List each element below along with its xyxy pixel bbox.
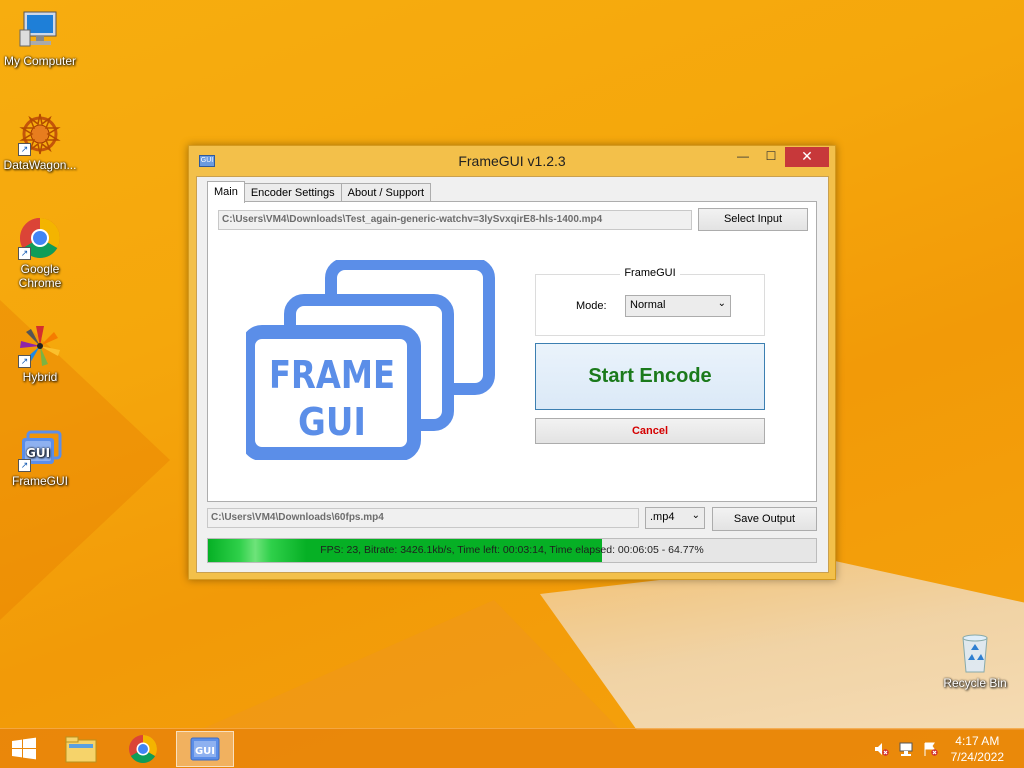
taskbar-file-explorer[interactable]	[52, 731, 110, 767]
desktop-icon-framegui[interactable]: GUI ↗ FrameGUI	[0, 428, 80, 488]
minimize-button[interactable]: —	[729, 147, 757, 167]
title-bar[interactable]: GUI FrameGUI v1.2.3 — ☐ ✕	[189, 146, 835, 176]
shortcut-arrow-icon: ↗	[18, 247, 31, 260]
desktop-icon-label: Hybrid	[22, 370, 58, 384]
desktop-icon-label: FrameGUI	[11, 474, 68, 488]
tab-main[interactable]: Main	[207, 181, 245, 203]
taskbar-chrome[interactable]	[114, 731, 172, 767]
chrome-icon	[129, 735, 157, 763]
start-encode-button[interactable]: Start Encode	[535, 343, 765, 410]
logo-text-frame: FRAME	[269, 353, 395, 397]
format-select-value: .mp4	[650, 511, 675, 523]
hybrid-icon: ↗	[18, 324, 62, 368]
mode-label: Mode:	[576, 300, 607, 312]
svg-text:GUI: GUI	[195, 746, 215, 757]
folder-icon	[65, 736, 97, 763]
window-client-area: Main Encoder Settings About / Support C:…	[196, 176, 829, 573]
chevron-down-icon: ⌄	[717, 298, 726, 309]
tab-about-support[interactable]: About / Support	[340, 183, 432, 202]
format-select[interactable]: .mp4 ⌄	[645, 507, 705, 529]
select-input-button[interactable]: Select Input	[698, 208, 808, 231]
chevron-down-icon: ⌄	[691, 510, 700, 521]
taskbar-framegui[interactable]: GUI	[176, 731, 234, 767]
framegui-icon: GUI ↗	[18, 428, 62, 472]
progress-status-text: FPS: 23, Bitrate: 3426.1kb/s, Time left:…	[320, 544, 704, 556]
desktop-icon-label: Google Chrome	[18, 262, 62, 290]
close-button[interactable]: ✕	[785, 147, 829, 167]
start-button[interactable]	[0, 731, 58, 767]
tab-strip: Main Encoder Settings About / Support	[207, 181, 432, 203]
taskbar: GUI 4:17 AM 7/24/2022	[0, 728, 1024, 768]
framegui-groupbox: FrameGUI Mode: Normal ⌄	[535, 267, 765, 336]
save-output-button[interactable]: Save Output	[712, 507, 817, 531]
groupbox-title: FrameGUI	[620, 267, 680, 279]
tab-encoder-settings[interactable]: Encoder Settings	[243, 183, 342, 202]
framegui-window: GUI FrameGUI v1.2.3 — ☐ ✕ Main Encoder S…	[188, 145, 836, 580]
input-path-field[interactable]: C:\Users\VM4\Downloads\Test_again-generi…	[218, 210, 692, 230]
desktop-icon-label: My Computer	[3, 54, 77, 68]
logo-text-gui: GUI	[298, 400, 366, 444]
mode-select-value: Normal	[630, 299, 666, 311]
maximize-button[interactable]: ☐	[757, 147, 785, 167]
desktop-icon-recycle-bin[interactable]: Recycle Bin	[935, 630, 1015, 690]
clock-time: 4:17 AM	[955, 734, 1000, 748]
framegui-logo: FRAME GUI	[241, 258, 496, 461]
shortcut-arrow-icon: ↗	[18, 355, 31, 368]
volume-muted-icon[interactable]	[873, 741, 889, 757]
output-path-field[interactable]: C:\Users\VM4\Downloads\60fps.mp4	[207, 508, 639, 528]
computer-icon	[18, 8, 62, 52]
shortcut-arrow-icon: ↗	[18, 459, 31, 472]
encode-progress-bar: FPS: 23, Bitrate: 3426.1kb/s, Time left:…	[207, 538, 817, 563]
mode-select[interactable]: Normal ⌄	[625, 295, 731, 317]
desktop-bg-shape	[200, 600, 620, 730]
desktop-icon-datawagon[interactable]: ↗ DataWagon...	[0, 112, 80, 172]
desktop-icon-label: DataWagon...	[3, 158, 77, 172]
action-center-flag-icon[interactable]	[922, 741, 938, 757]
cancel-button[interactable]: Cancel	[535, 418, 765, 444]
desktop-icon-google-chrome[interactable]: ↗ Google Chrome	[0, 216, 80, 290]
clock-date: 7/24/2022	[950, 750, 1004, 764]
recycle-bin-icon	[953, 630, 997, 674]
windows-logo-icon	[12, 737, 36, 760]
main-tab-page: C:\Users\VM4\Downloads\Test_again-generi…	[207, 201, 817, 502]
desktop-icon-label: Recycle Bin	[943, 676, 1007, 690]
desktop-icon-hybrid[interactable]: ↗ Hybrid	[0, 324, 80, 384]
desktop-icon-my-computer[interactable]: My Computer	[0, 8, 80, 68]
shortcut-arrow-icon: ↗	[18, 143, 31, 156]
datawagon-icon: ↗	[18, 112, 62, 156]
svg-text:GUI: GUI	[26, 446, 50, 460]
chrome-icon: ↗	[18, 216, 62, 260]
taskbar-clock[interactable]: 4:17 AM 7/24/2022	[951, 733, 1004, 765]
network-icon[interactable]	[898, 741, 914, 757]
framegui-icon: GUI	[190, 737, 220, 761]
